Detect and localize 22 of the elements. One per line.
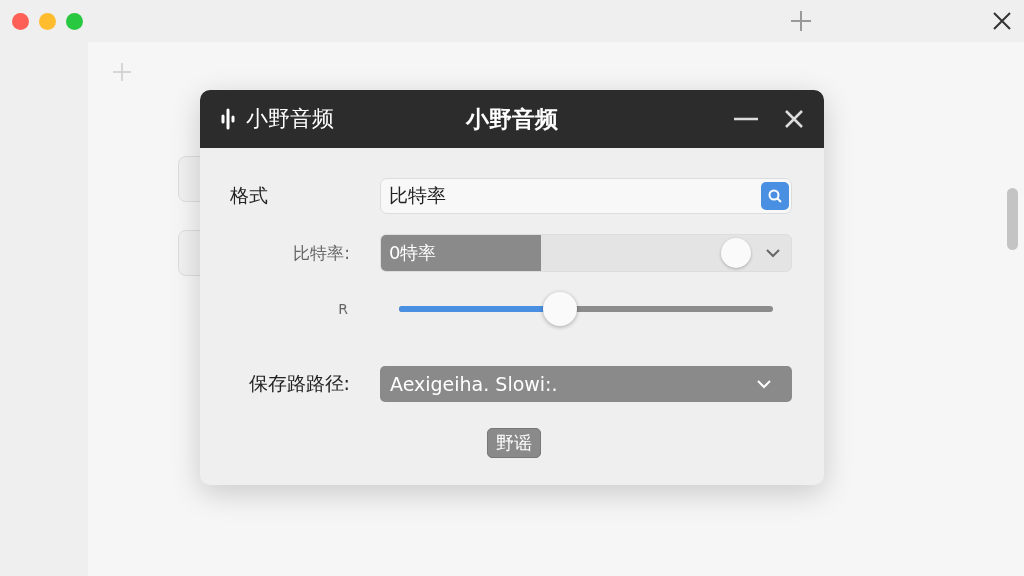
minimize-icon[interactable] [734, 117, 758, 121]
path-select[interactable]: Aexigeiha. Slowi:. [380, 366, 792, 402]
chevron-icon [765, 248, 781, 258]
field-label: 保存路路径: [248, 371, 350, 396]
chevron-icon [756, 379, 772, 389]
window-title: 小野音频 [466, 104, 558, 134]
close-icon[interactable] [992, 11, 1012, 31]
minimize-dot[interactable] [39, 12, 56, 30]
field-label: 格式 [230, 183, 268, 208]
format-field[interactable]: 比特率 [380, 178, 792, 214]
bitrate-select[interactable]: 0特率 [380, 234, 792, 272]
field-label: R [338, 300, 348, 319]
app-name: 小野音频 [246, 105, 334, 133]
add-icon[interactable] [112, 62, 132, 82]
search-button[interactable] [761, 182, 789, 210]
search-icon [767, 188, 783, 204]
add-icon[interactable] [790, 10, 812, 32]
scrollbar[interactable] [1007, 188, 1018, 250]
field-label: 比特率: [293, 241, 350, 265]
close-dot[interactable] [12, 12, 29, 30]
confirm-button[interactable]: 野谣 [487, 428, 541, 458]
zoom-dot[interactable] [66, 12, 83, 30]
